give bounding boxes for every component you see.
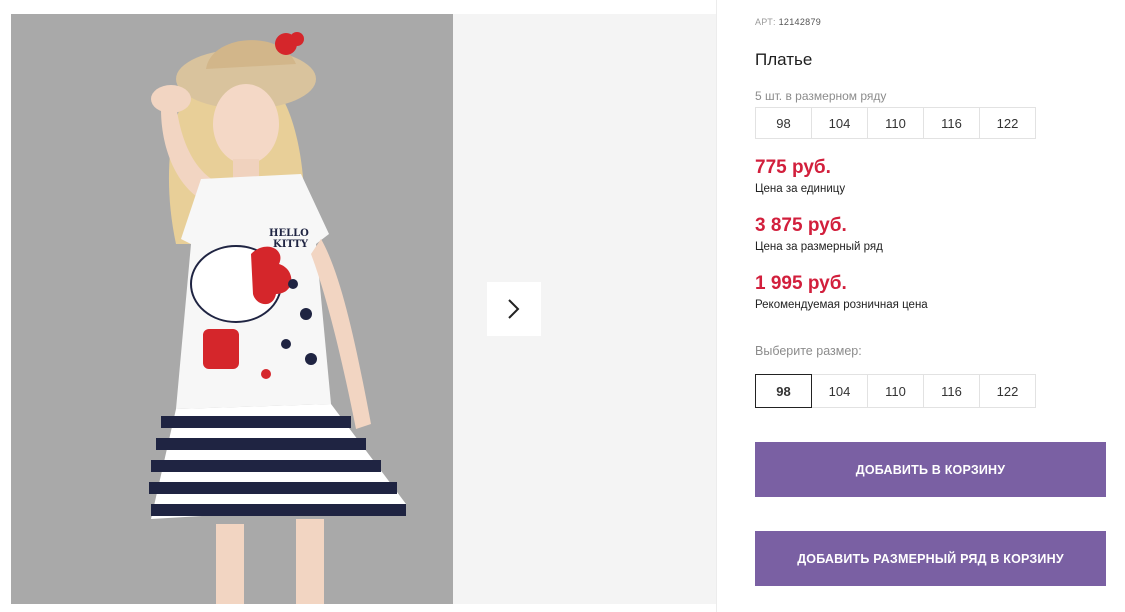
size-option-98[interactable]: 98 xyxy=(755,374,812,408)
size-row-cell: 98 xyxy=(755,107,812,139)
size-row-cell: 122 xyxy=(979,107,1036,139)
panel-divider xyxy=(716,0,717,612)
retail-price-label: Рекомендуемая розничная цена xyxy=(755,299,928,311)
row-price: 3 875 руб. xyxy=(755,215,847,236)
size-option-104[interactable]: 104 xyxy=(811,374,868,408)
add-to-cart-button[interactable]: ДОБАВИТЬ В КОРЗИНУ xyxy=(755,442,1106,497)
product-title: Платье xyxy=(755,50,813,69)
svg-text:KITTY: KITTY xyxy=(273,239,309,250)
size-option-122[interactable]: 122 xyxy=(979,374,1036,408)
add-size-row-to-cart-button[interactable]: ДОБАВИТЬ РАЗМЕРНЫЙ РЯД В КОРЗИНУ xyxy=(755,531,1106,586)
size-option-110[interactable]: 110 xyxy=(867,374,924,408)
size-row-note: 5 шт. в размерном ряду xyxy=(755,89,887,103)
article-label: АРТ: xyxy=(755,17,776,27)
size-option-116[interactable]: 116 xyxy=(923,374,980,408)
article-value: 12142879 xyxy=(778,17,822,27)
size-selector: 98 104 110 116 122 xyxy=(755,374,1036,408)
chevron-right-icon xyxy=(508,299,520,319)
gallery-next-button[interactable] xyxy=(487,282,541,336)
size-select-label: Выберите размер: xyxy=(755,344,862,358)
size-row-cell: 104 xyxy=(811,107,868,139)
size-row-list: 98 104 110 116 122 xyxy=(755,107,1036,139)
size-row-cell: 116 xyxy=(923,107,980,139)
unit-price: 775 руб. xyxy=(755,157,831,178)
photo-girl-in-dress-icon: HELLO KITTY xyxy=(11,14,453,604)
row-price-label: Цена за размерный ряд xyxy=(755,241,883,253)
svg-text:HELLO: HELLO xyxy=(269,228,309,239)
size-row-cell: 110 xyxy=(867,107,924,139)
retail-price: 1 995 руб. xyxy=(755,273,847,294)
unit-price-label: Цена за единицу xyxy=(755,183,846,195)
article-number: АРТ: 12142879 xyxy=(755,17,821,27)
product-main-image[interactable]: HELLO KITTY xyxy=(11,14,453,604)
product-gallery: HELLO KITTY xyxy=(0,0,716,612)
